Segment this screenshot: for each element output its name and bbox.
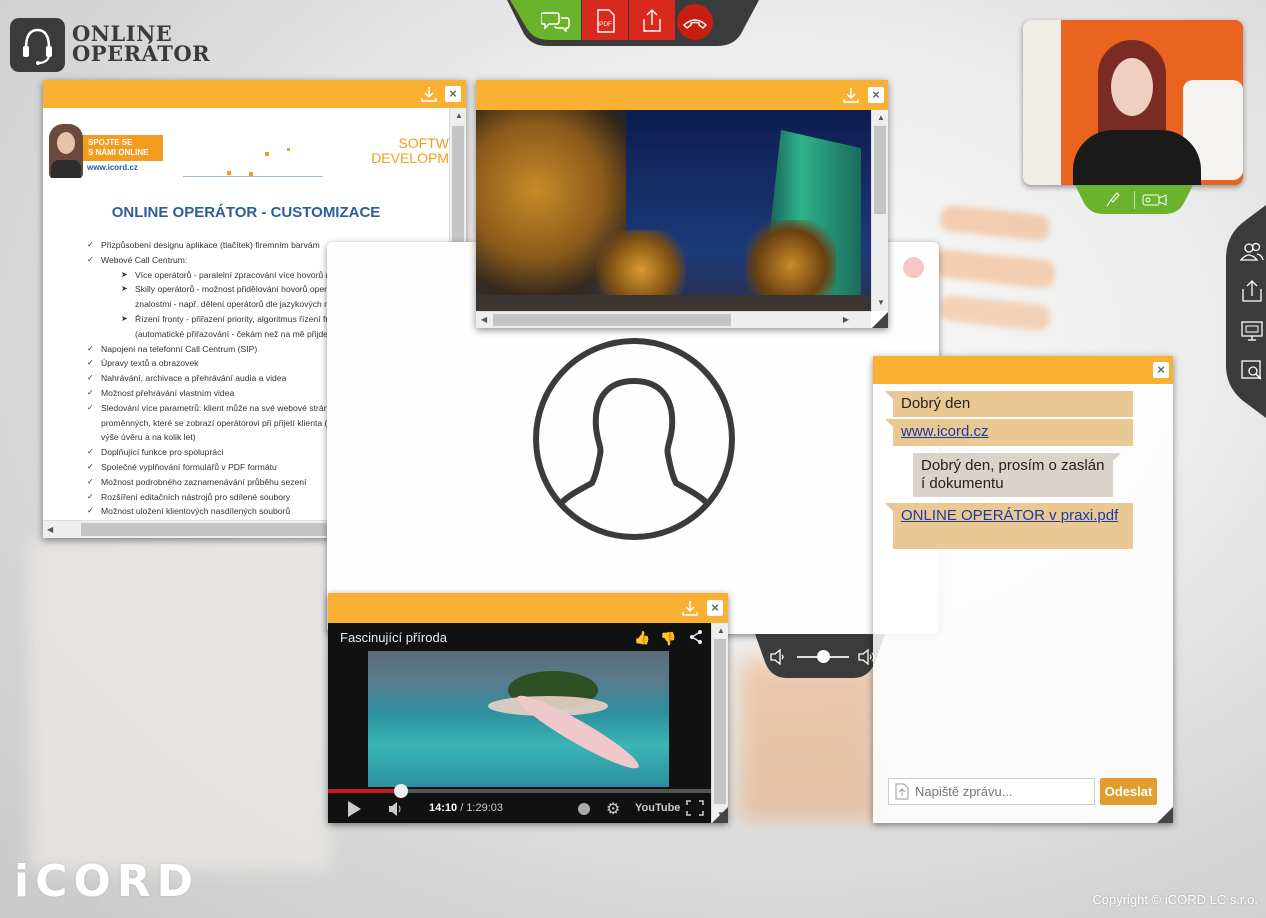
resize-handle[interactable]: [1157, 807, 1173, 823]
send-button[interactable]: Odeslat: [1100, 778, 1157, 805]
vertical-scrollbar[interactable]: ▲ ▼: [711, 623, 728, 823]
volume-bar: [755, 634, 885, 680]
operator-photo: [49, 124, 83, 178]
play-button[interactable]: [348, 801, 361, 817]
chat-input[interactable]: [888, 778, 1095, 805]
chat-message: Dobrý den, prosím o zaslání dokumentu: [913, 453, 1121, 497]
download-icon[interactable]: [681, 599, 699, 617]
document-title: ONLINE OPERÁTOR - CUSTOMIZACE: [111, 204, 381, 221]
settings-gear-icon[interactable]: ⚙: [606, 799, 620, 819]
hangup-icon[interactable]: [677, 4, 713, 40]
like-icon[interactable]: 👍: [634, 630, 650, 646]
side-toolbar: [1226, 205, 1266, 418]
volume-down-icon[interactable]: [769, 648, 787, 666]
user-avatar-icon: [532, 337, 736, 541]
close-button[interactable]: ×: [868, 87, 884, 103]
banner-side-text: SOFTW DEVELOPM: [371, 135, 449, 166]
upload-icon[interactable]: [641, 9, 663, 33]
message-input[interactable]: [915, 781, 1090, 802]
top-toolbar: PDF: [507, 0, 759, 46]
horizontal-scrollbar[interactable]: ◀ ▶: [476, 311, 871, 328]
youtube-player[interactable]: Fascinující příroda 👍 👎 14:10 / 1:29:03 …: [328, 623, 711, 823]
download-icon[interactable]: [842, 86, 860, 104]
city-night-image: [476, 110, 871, 311]
svg-text:PDF: PDF: [599, 21, 612, 28]
upload-icon[interactable]: [1240, 279, 1264, 303]
chat-message: Dobrý den: [885, 391, 1133, 417]
headset-logo: [10, 18, 65, 72]
chat-message: ONLINE OPERÁTOR v praxi.pdf: [885, 503, 1133, 549]
attach-icon[interactable]: [895, 783, 909, 800]
resize-handle[interactable]: [872, 312, 888, 328]
microphone-icon[interactable]: [1105, 191, 1121, 209]
contact-banner: SPOJTE SE S NÁMI ONLINE: [83, 135, 163, 161]
video-frame: [368, 651, 669, 787]
chat-link[interactable]: ONLINE OPERÁTOR v praxi.pdf: [901, 507, 1118, 524]
camera-icon[interactable]: [1142, 192, 1168, 208]
fullscreen-icon[interactable]: [686, 800, 704, 816]
webcam-view: [1023, 20, 1243, 185]
screen-share-icon[interactable]: [1240, 319, 1264, 343]
record-indicator: [903, 257, 924, 278]
copyright: Copyright © iCORD LC s.r.o.: [1092, 892, 1258, 907]
chat-link[interactable]: www.icord.cz: [901, 423, 989, 440]
icord-footer-logo: iCORD: [14, 856, 200, 907]
share-icon[interactable]: [688, 629, 704, 645]
chat-icon[interactable]: [540, 10, 571, 33]
time-display: 14:10 / 1:29:03: [429, 802, 504, 814]
volume-slider[interactable]: [797, 650, 849, 663]
video-progress[interactable]: [328, 784, 711, 798]
banner-dots: [183, 148, 323, 178]
pdf-icon[interactable]: PDF: [595, 9, 617, 33]
progress-scrubber[interactable]: [393, 784, 408, 798]
volume-knob[interactable]: [817, 650, 830, 663]
webcam-controls: [1075, 185, 1193, 215]
close-button[interactable]: ×: [445, 86, 461, 102]
video-title: Fascinující příroda: [340, 630, 447, 645]
banner-url: www.icord.cz: [87, 163, 138, 172]
close-button[interactable]: ×: [707, 600, 723, 616]
volume-icon[interactable]: [388, 801, 404, 817]
dislike-icon[interactable]: 👎: [660, 631, 676, 647]
video-window: × Fascinující příroda 👍 👎 14:10 / 1:29:0…: [328, 593, 728, 823]
users-icon[interactable]: [1239, 240, 1264, 264]
watch-later-icon[interactable]: [578, 803, 590, 815]
image-window: × ▲ ▼ ◀ ▶: [476, 80, 888, 328]
vertical-scrollbar[interactable]: ▲ ▼: [871, 110, 888, 311]
close-button[interactable]: ×: [1153, 362, 1169, 378]
search-document-icon[interactable]: [1240, 358, 1264, 382]
brand-name: ONLINE OPERÁTOR: [72, 21, 211, 66]
youtube-logo[interactable]: YouTube: [635, 802, 680, 814]
chat-message: www.icord.cz: [885, 419, 1133, 446]
resize-handle[interactable]: [712, 807, 728, 823]
download-icon[interactable]: [420, 85, 438, 103]
